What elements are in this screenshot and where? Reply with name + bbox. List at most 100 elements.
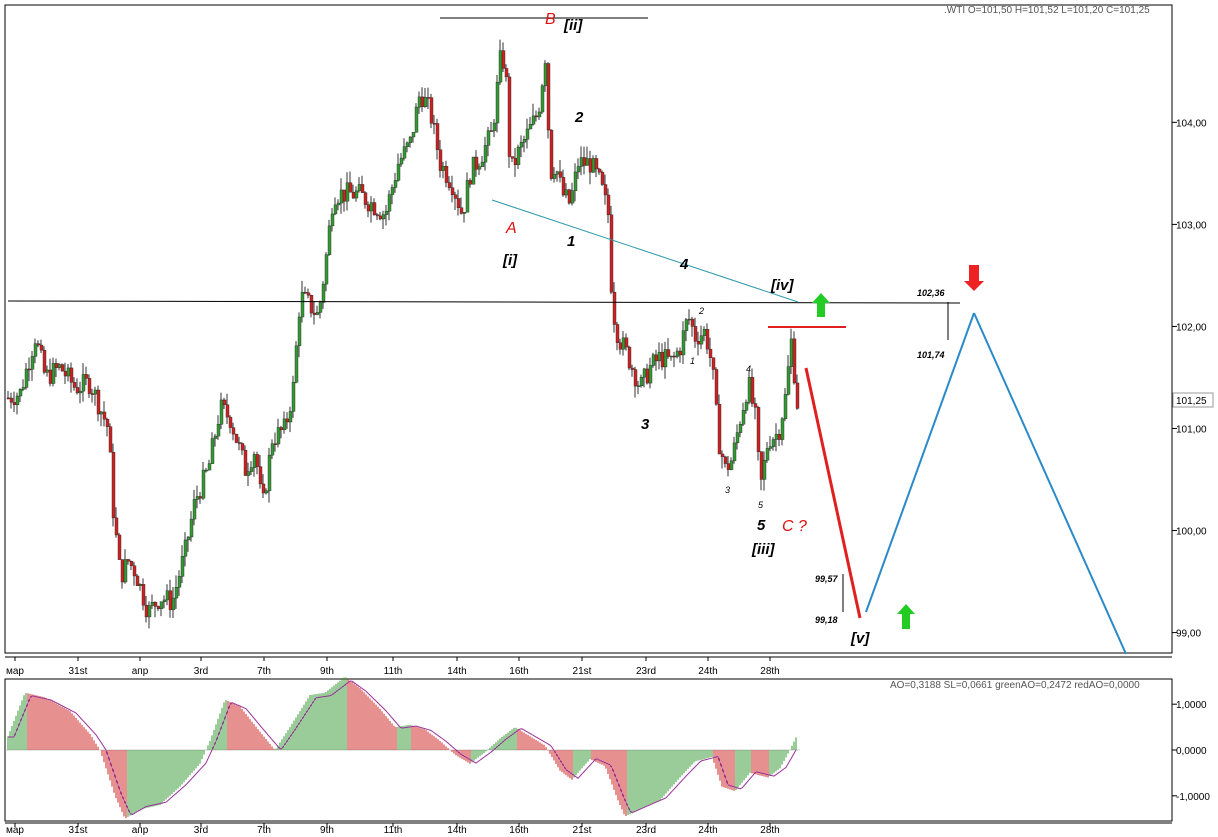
- candle-body: [321, 283, 326, 303]
- y-tick-label: 100,00: [1176, 527, 1207, 538]
- candle-body: [519, 142, 524, 148]
- price-chart[interactable]: 99,00 100,00 101,00 102,00 103,00 104,00 мар 3…: [0, 0, 1218, 677]
- candle-body: [339, 189, 344, 204]
- candle-body: [624, 337, 629, 348]
- candle-body: [525, 128, 530, 140]
- candle-body: [66, 367, 71, 377]
- candle-body: [792, 338, 797, 384]
- candle-body: [756, 407, 761, 453]
- candle-body: [564, 189, 569, 196]
- x-tick-label: 3rd: [194, 825, 208, 836]
- candle-body: [699, 335, 704, 345]
- candle-body: [762, 459, 767, 480]
- candle-body: [195, 496, 200, 500]
- candle-body: [723, 456, 728, 464]
- candle-body: [78, 390, 83, 394]
- candle-body: [534, 115, 539, 118]
- candle-body: [594, 158, 599, 170]
- candle-body: [264, 490, 269, 494]
- candle-body: [471, 156, 476, 185]
- candle-body: [273, 443, 278, 445]
- candle-body: [390, 187, 395, 195]
- candle-body: [522, 139, 527, 143]
- candle-body: [306, 292, 311, 296]
- wave-label-a: A: [505, 220, 517, 237]
- candle-body: [558, 171, 563, 178]
- x-tick-label: мар: [6, 825, 24, 836]
- candle-body: [585, 158, 590, 166]
- candle-body: [72, 382, 77, 388]
- candle-body: [189, 518, 194, 538]
- candle-body: [87, 378, 92, 394]
- candle-body: [744, 401, 749, 411]
- candle-body: [330, 213, 335, 227]
- candle-body: [348, 182, 353, 193]
- candle-body: [459, 207, 464, 214]
- candle-body: [501, 50, 506, 69]
- subwave-label-3: 3: [725, 485, 730, 495]
- candle-body: [432, 123, 437, 125]
- candle-body: [366, 204, 371, 212]
- candle-body: [240, 443, 245, 451]
- candle-body: [480, 161, 485, 167]
- candle-body: [90, 393, 95, 395]
- candle-body: [675, 350, 680, 357]
- candle-body: [162, 599, 167, 602]
- ohlc-info: .WTI O=101,50 H=101,52 L=101,20 C=101,25: [944, 5, 1150, 16]
- candle-body: [672, 355, 677, 358]
- wave-label-b: B: [545, 11, 556, 28]
- candle-body: [282, 418, 287, 430]
- candle-body: [603, 184, 608, 196]
- candle-body: [513, 157, 518, 165]
- wave-label-v: [v]: [850, 630, 870, 647]
- candle-body: [591, 158, 596, 173]
- candle-body: [546, 63, 551, 131]
- x-tick-label: 31st: [69, 825, 88, 836]
- candle-body: [357, 184, 362, 192]
- x-tick-label: 28th: [760, 666, 779, 677]
- candle-body: [477, 166, 482, 170]
- candle-body: [543, 63, 548, 87]
- candle-body: [135, 575, 140, 586]
- x-tick-label: 16th: [509, 825, 528, 836]
- candle-body: [126, 559, 131, 562]
- ao-oscillator-chart[interactable]: 1,0000 0,0000 -1,0000 мар 31st апр 3rd 7th 9th 1…: [0, 677, 1218, 837]
- x-tick-label: 24th: [698, 666, 717, 677]
- candle-body: [351, 192, 356, 199]
- x-tick-label: 23rd: [636, 666, 656, 677]
- x-tick-label: 9th: [320, 825, 334, 836]
- x-tick-label: 7th: [257, 666, 271, 677]
- candle-body: [153, 602, 158, 607]
- x-tick-label: 14th: [447, 825, 466, 836]
- candle-body: [582, 157, 587, 166]
- candle-body: [42, 350, 47, 373]
- candle-body: [27, 368, 32, 371]
- level-label-lower-target: 99,18: [815, 615, 838, 625]
- candle-body: [444, 166, 449, 183]
- wave-label-i: [i]: [502, 252, 518, 269]
- y-tick-label: 103,00: [1176, 220, 1207, 231]
- candle-body: [468, 180, 473, 185]
- candle-body: [393, 180, 398, 188]
- candle-body: [111, 452, 116, 519]
- candle-body: [120, 559, 125, 583]
- candle-body: [21, 387, 26, 390]
- current-price-label: 101,25: [1176, 396, 1207, 407]
- candle-body: [405, 142, 410, 147]
- candle-body: [615, 324, 620, 343]
- level-label-upper-target: 99,57: [815, 574, 839, 584]
- candle-body: [420, 96, 425, 107]
- candle-body: [648, 365, 653, 384]
- candle-body: [105, 419, 110, 427]
- candle-body: [396, 163, 401, 181]
- candle-body: [156, 606, 161, 609]
- candle-body: [786, 366, 791, 395]
- candle-body: [192, 499, 197, 520]
- candle-body: [213, 435, 218, 439]
- candle-body: [381, 214, 386, 220]
- candle-body: [579, 157, 584, 167]
- candle-body: [768, 446, 773, 449]
- candle-body: [288, 411, 293, 423]
- candle-body: [549, 129, 554, 179]
- candle-body: [687, 318, 692, 321]
